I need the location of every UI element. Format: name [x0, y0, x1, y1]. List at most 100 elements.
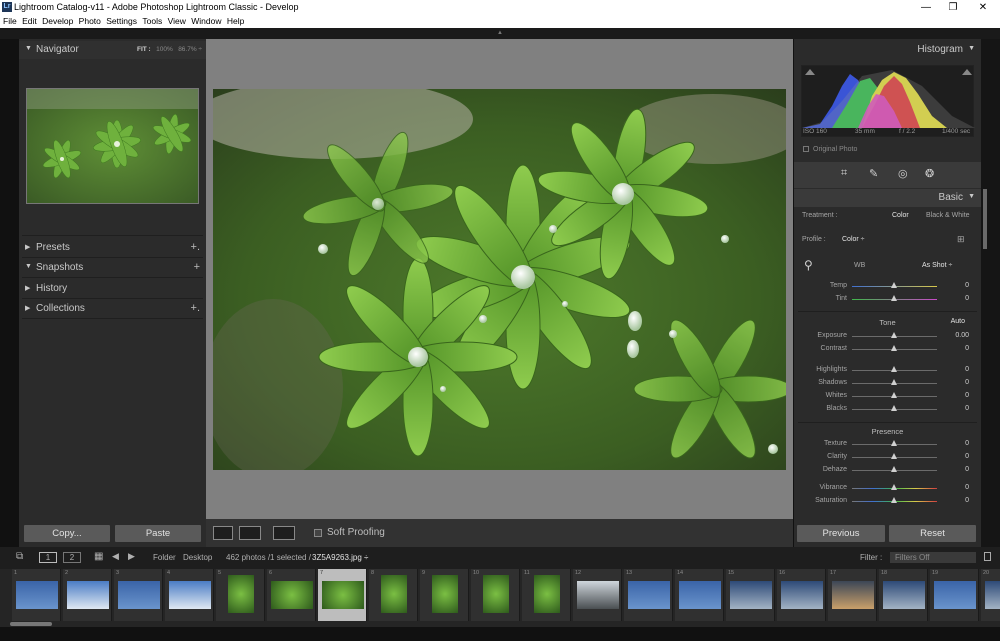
filmstrip-thumbnail[interactable]: 14	[675, 569, 724, 621]
contrast-value[interactable]: 0	[965, 345, 969, 352]
filmstrip-thumbnail[interactable]: 6	[267, 569, 316, 621]
highlights-value[interactable]: 0	[965, 366, 969, 373]
saturation-slider[interactable]: Saturation 0	[794, 496, 981, 508]
shadows-slider-knob[interactable]	[891, 379, 897, 385]
basic-panel-header[interactable]: Basic ▼	[794, 189, 981, 207]
dehaze-value[interactable]: 0	[965, 466, 969, 473]
secondary-display-icon[interactable]: ⧉	[16, 551, 23, 562]
menu-view[interactable]: View	[168, 15, 186, 28]
temp-value[interactable]: 0	[965, 282, 969, 289]
dehaze-slider[interactable]: Dehaze 0	[794, 465, 981, 477]
vibrance-slider-knob[interactable]	[891, 484, 897, 490]
filter-lock-icon[interactable]	[984, 552, 991, 561]
menu-help[interactable]: Help	[227, 15, 244, 28]
contrast-slider-knob[interactable]	[891, 345, 897, 351]
copy-button[interactable]: Copy...	[24, 525, 110, 542]
profile-dropdown[interactable]: Color ÷	[842, 236, 865, 243]
scrollbar-thumb[interactable]	[983, 189, 987, 249]
tint-slider[interactable]: Tint 0	[794, 294, 981, 306]
filmstrip-thumbnail[interactable]: 9	[420, 569, 469, 621]
histogram[interactable]	[801, 65, 975, 137]
clarity-slider[interactable]: Clarity 0	[794, 452, 981, 464]
wb-eyedropper-icon[interactable]: ⚲	[804, 258, 813, 272]
soft-proofing-checkbox[interactable]	[314, 529, 322, 537]
zoom-fit-option[interactable]: FIT :	[137, 46, 151, 53]
highlights-slider[interactable]: Highlights 0	[794, 365, 981, 377]
zoom-100-option[interactable]: 100%	[156, 46, 173, 53]
shadows-slider[interactable]: Shadows 0	[794, 378, 981, 390]
filmstrip-thumbnail[interactable]: 17	[828, 569, 877, 621]
blacks-value[interactable]: 0	[965, 405, 969, 412]
menu-photo[interactable]: Photo	[79, 15, 101, 28]
crop-tool-icon[interactable]: ⌗	[841, 167, 847, 180]
vibrance-value[interactable]: 0	[965, 484, 969, 491]
maximize-button[interactable]: ❐	[938, 0, 968, 15]
reset-button[interactable]: Reset	[889, 525, 976, 542]
menu-window[interactable]: Window	[191, 15, 221, 28]
blacks-slider-knob[interactable]	[891, 405, 897, 411]
shadows-value[interactable]: 0	[965, 379, 969, 386]
filmstrip-thumbnail[interactable]: 7	[318, 569, 367, 621]
main-screen-button[interactable]: 1	[39, 552, 57, 563]
bottom-panel-toggle-strip[interactable]	[0, 627, 1000, 641]
filter-dropdown[interactable]: Filters Off	[890, 552, 976, 563]
filmstrip-thumbnail[interactable]: 13	[624, 569, 673, 621]
loupe-view-button[interactable]	[213, 526, 233, 540]
snapshots-header[interactable]: ▼ Snapshots +	[19, 259, 206, 277]
histogram-header[interactable]: Histogram ▼	[794, 41, 981, 59]
filmstrip-thumbnail[interactable]: 5	[216, 569, 265, 621]
whites-slider-knob[interactable]	[891, 392, 897, 398]
paste-button[interactable]: Paste	[115, 525, 201, 542]
tint-value[interactable]: 0	[965, 295, 969, 302]
second-screen-button[interactable]: 2	[63, 552, 81, 563]
history-header[interactable]: ▶ History	[19, 280, 206, 298]
add-snapshot-icon[interactable]: +	[194, 261, 200, 273]
saturation-slider-knob[interactable]	[891, 497, 897, 503]
exposure-slider-knob[interactable]	[891, 332, 897, 338]
filmstrip-thumbnail[interactable]: 15	[726, 569, 775, 621]
tint-slider-knob[interactable]	[891, 295, 897, 301]
add-collection-icon[interactable]: +.	[191, 302, 200, 314]
filmstrip-thumbnail[interactable]: 4	[165, 569, 214, 621]
texture-slider[interactable]: Texture 0	[794, 439, 981, 451]
back-arrow-icon[interactable]: ◀	[112, 551, 119, 562]
menu-develop[interactable]: Develop	[42, 15, 73, 28]
filmstrip-thumbnail[interactable]: 20	[981, 569, 1000, 621]
highlights-slider-knob[interactable]	[891, 366, 897, 372]
before-after-swap-button[interactable]	[273, 526, 295, 540]
presets-header[interactable]: ▶ Presets +.	[19, 239, 206, 257]
temp-slider[interactable]: Temp 0	[794, 281, 981, 293]
filmstrip-thumbnail[interactable]: 16	[777, 569, 826, 621]
menu-settings[interactable]: Settings	[106, 15, 137, 28]
add-preset-icon[interactable]: +.	[191, 241, 200, 253]
filmstrip-thumbnail[interactable]: 12	[573, 569, 622, 621]
source-name[interactable]: Desktop	[183, 553, 212, 562]
texture-slider-knob[interactable]	[891, 440, 897, 446]
filmstrip-thumbnail[interactable]: 3	[114, 569, 163, 621]
filmstrip-thumbnail[interactable]: 2	[63, 569, 112, 621]
filmstrip-scrollbar[interactable]	[10, 622, 52, 626]
filmstrip-thumbnail[interactable]: 19	[930, 569, 979, 621]
exposure-value[interactable]: 0.00	[955, 332, 969, 339]
minimize-button[interactable]: —	[911, 0, 941, 15]
collections-header[interactable]: ▶ Collections +.	[19, 300, 206, 318]
right-panel-scrollbar[interactable]	[981, 39, 1000, 547]
whites-value[interactable]: 0	[965, 392, 969, 399]
healing-tool-icon[interactable]: ✎	[869, 167, 878, 180]
filmstrip-thumbnail[interactable]: 8	[369, 569, 418, 621]
texture-value[interactable]: 0	[965, 440, 969, 447]
clarity-value[interactable]: 0	[965, 453, 969, 460]
whites-slider[interactable]: Whites 0	[794, 391, 981, 403]
treatment-bw-option[interactable]: Black & White	[926, 212, 970, 219]
navigator-preview[interactable]	[26, 88, 199, 204]
saturation-value[interactable]: 0	[965, 497, 969, 504]
profile-browser-grid-icon[interactable]: ⊞	[957, 234, 965, 245]
filmstrip[interactable]: 1 2 3 4 5 6 7 8 9 10 11 12 13 14 15 16 17 18 19 20	[0, 569, 1000, 627]
filmstrip-thumbnail[interactable]: 10	[471, 569, 520, 621]
close-button[interactable]: ✕	[968, 0, 998, 15]
filmstrip-thumbnail[interactable]: 11	[522, 569, 571, 621]
filmstrip-thumbnail[interactable]: 18	[879, 569, 928, 621]
previous-button[interactable]: Previous	[797, 525, 885, 542]
main-photo[interactable]	[213, 89, 786, 470]
menu-edit[interactable]: Edit	[22, 15, 37, 28]
